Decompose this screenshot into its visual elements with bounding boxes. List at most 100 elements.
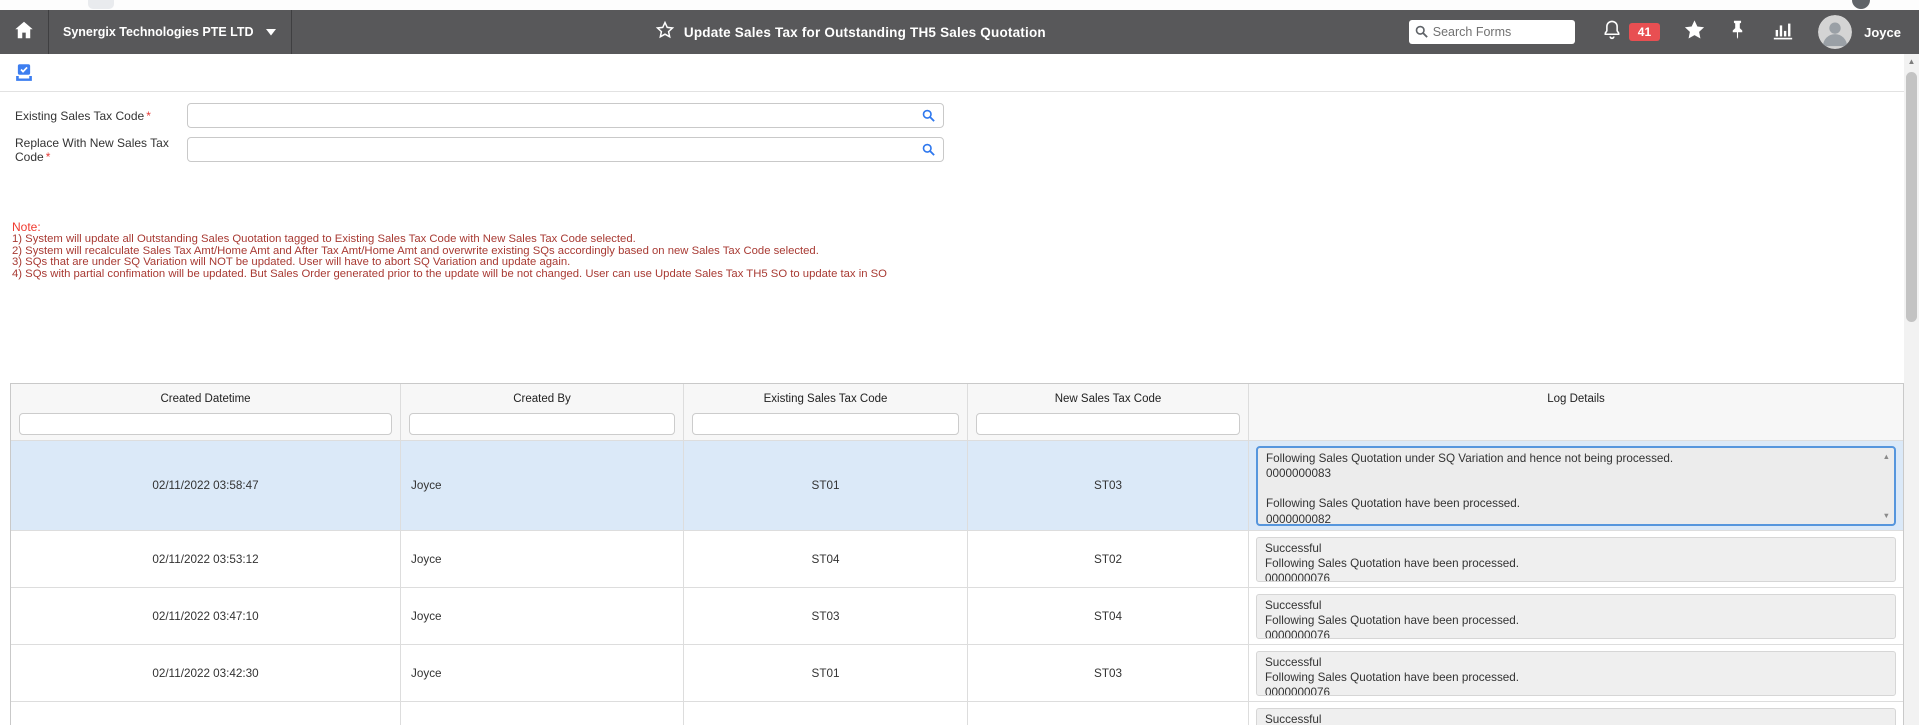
cell-created-datetime: 02/11/2022 03:58:47 — [11, 441, 401, 530]
pin-icon — [1728, 19, 1747, 45]
note-line: 4) SQs with partial confimation will be … — [12, 267, 887, 280]
app-header: Synergix Technologies PTE LTD Update Sal… — [0, 10, 1919, 54]
vertical-scrollbar[interactable]: ▲ — [1904, 54, 1919, 725]
textarea-scroll-up-icon[interactable]: ▲ — [1883, 452, 1890, 461]
log-details-textarea[interactable]: Successful Following Sales Quotation hav… — [1256, 650, 1896, 696]
log-details-text: Successful Following Sales Quotation hav… — [1265, 655, 1520, 696]
field-input-wrap — [187, 103, 944, 128]
col-header-created-datetime: Created Datetime — [11, 384, 401, 440]
company-name: Synergix Technologies PTE LTD — [63, 25, 254, 39]
lookup-search-icon[interactable] — [921, 142, 936, 162]
cell-new-sales-tax-code: ST04 — [968, 588, 1249, 644]
browser-edge-strip — [0, 0, 1919, 10]
log-details-textarea[interactable]: Successful Following Sales Quotation hav… — [1256, 536, 1896, 582]
scrollbar-up-arrow[interactable]: ▲ — [1904, 57, 1919, 66]
scrollbar-thumb[interactable] — [1906, 72, 1917, 322]
cell-created-by: Joyce — [401, 645, 684, 701]
forms-search — [1408, 20, 1575, 44]
cell-created-datetime: 02/11/2022 03:42:30 — [11, 645, 401, 701]
avatar[interactable] — [1818, 15, 1853, 49]
cell-created-datetime: 02/11/2022 03:53:12 — [11, 531, 401, 587]
reports-button[interactable] — [1759, 10, 1807, 54]
bar-chart-icon — [1770, 19, 1796, 46]
lookup-search-icon[interactable] — [921, 108, 936, 128]
home-icon — [13, 19, 35, 46]
field-label: Existing Sales Tax Code * — [15, 109, 187, 123]
cell-new-sales-tax-code: ST03 — [968, 441, 1249, 530]
log-details-text: Successful — [1265, 712, 1322, 725]
home-button[interactable] — [0, 10, 48, 54]
form-row-existing-code: Existing Sales Tax Code * — [15, 103, 944, 128]
cell-log-details: Successful Following Sales Quotation hav… — [1249, 588, 1903, 644]
log-table: Created Datetime Created By Existing Sal… — [10, 383, 1904, 725]
app-screen: Synergix Technologies PTE LTD Update Sal… — [0, 0, 1919, 725]
field-input-wrap — [187, 137, 944, 162]
filter-created-by[interactable] — [409, 413, 675, 435]
col-header-existing-sales-tax-code: Existing Sales Tax Code — [684, 384, 968, 440]
log-details-text: Successful Following Sales Quotation hav… — [1265, 541, 1520, 582]
table-row[interactable]: 02/11/2022 03:58:47 Joyce ST01 ST03 Foll… — [11, 441, 1903, 531]
table-header-row: Created Datetime Created By Existing Sal… — [11, 384, 1903, 441]
cell-created-by: Joyce — [401, 588, 684, 644]
table-row[interactable]: 02/11/2022 03:47:10 Joyce ST03 ST04 Succ… — [11, 588, 1903, 645]
form-row-new-code: Replace With New Sales Tax Code * — [15, 136, 944, 164]
notifications-button[interactable]: 41 — [1590, 10, 1671, 54]
cell-log-details: Successful Following Sales Quotation hav… — [1249, 645, 1903, 701]
field-label-text: Existing Sales Tax Code — [15, 108, 145, 123]
cell-created-by: Joyce — [401, 441, 684, 530]
col-header-label: Created Datetime — [160, 393, 251, 405]
cell-existing-sales-tax-code — [684, 702, 968, 725]
page-title: Update Sales Tax for Outstanding TH5 Sal… — [683, 24, 1046, 40]
filter-created-datetime[interactable] — [19, 413, 392, 435]
table-row[interactable]: 02/11/2022 03:53:12 Joyce ST04 ST02 Succ… — [11, 531, 1903, 588]
col-header-label: New Sales Tax Code — [1054, 393, 1162, 405]
log-details-text: Following Sales Quotation under SQ Varia… — [1266, 451, 1674, 526]
log-details-text: Successful Following Sales Quotation hav… — [1265, 598, 1520, 639]
field-label-text: Replace With New Sales Tax Code — [15, 135, 169, 164]
col-header-new-sales-tax-code: New Sales Tax Code — [968, 384, 1249, 440]
browser-tab-remnant — [88, 0, 114, 9]
cell-existing-sales-tax-code: ST01 — [684, 645, 968, 701]
star-outline-icon[interactable] — [655, 20, 675, 45]
form-toolbar — [0, 54, 1904, 92]
search-icon — [1414, 24, 1429, 44]
cell-new-sales-tax-code: ST03 — [968, 645, 1249, 701]
header-right-zone: 41 Joyce — [1408, 10, 1919, 54]
cell-existing-sales-tax-code: ST04 — [684, 531, 968, 587]
bell-icon — [1601, 18, 1623, 46]
cell-created-by — [401, 702, 684, 725]
cell-created-datetime — [11, 702, 401, 725]
favorites-button[interactable] — [1672, 10, 1717, 54]
notification-badge: 41 — [1628, 23, 1661, 41]
field-label: Replace With New Sales Tax Code * — [15, 136, 187, 164]
search-forms-input[interactable] — [1408, 20, 1575, 44]
col-header-label: Created By — [513, 393, 571, 405]
table-row[interactable]: Successful — [11, 702, 1903, 725]
dropdown-caret-icon — [265, 23, 277, 41]
cell-log-details: Successful — [1249, 702, 1903, 725]
company-selector[interactable]: Synergix Technologies PTE LTD — [49, 10, 291, 54]
log-details-textarea[interactable]: Successful — [1256, 707, 1896, 725]
replace-with-new-sales-tax-code-input[interactable] — [187, 137, 944, 162]
required-marker: * — [146, 108, 151, 123]
table-body: 02/11/2022 03:58:47 Joyce ST01 ST03 Foll… — [11, 441, 1903, 725]
col-header-label: Existing Sales Tax Code — [763, 393, 888, 405]
cell-existing-sales-tax-code: ST01 — [684, 441, 968, 530]
log-details-textarea[interactable]: Successful Following Sales Quotation hav… — [1256, 593, 1896, 639]
filter-existing-sales-tax-code[interactable] — [692, 413, 959, 435]
table-row[interactable]: 02/11/2022 03:42:30 Joyce ST01 ST03 Succ… — [11, 645, 1903, 702]
cell-new-sales-tax-code: ST02 — [968, 531, 1249, 587]
filter-new-sales-tax-code[interactable] — [976, 413, 1240, 435]
log-details-textarea[interactable]: Following Sales Quotation under SQ Varia… — [1256, 445, 1896, 526]
star-icon — [1683, 18, 1706, 46]
cell-created-by: Joyce — [401, 531, 684, 587]
col-header-log-details: Log Details — [1249, 384, 1903, 440]
submit-vote-icon[interactable] — [13, 62, 35, 83]
existing-sales-tax-code-input[interactable] — [187, 103, 944, 128]
username[interactable]: Joyce — [1864, 25, 1901, 40]
title-zone: Update Sales Tax for Outstanding TH5 Sal… — [292, 10, 1409, 54]
note-block: Note: 1) System will update all Outstand… — [12, 221, 887, 280]
pinned-button[interactable] — [1717, 10, 1758, 54]
textarea-scroll-down-icon[interactable]: ▼ — [1883, 511, 1890, 520]
cell-log-details: Successful Following Sales Quotation hav… — [1249, 531, 1903, 587]
